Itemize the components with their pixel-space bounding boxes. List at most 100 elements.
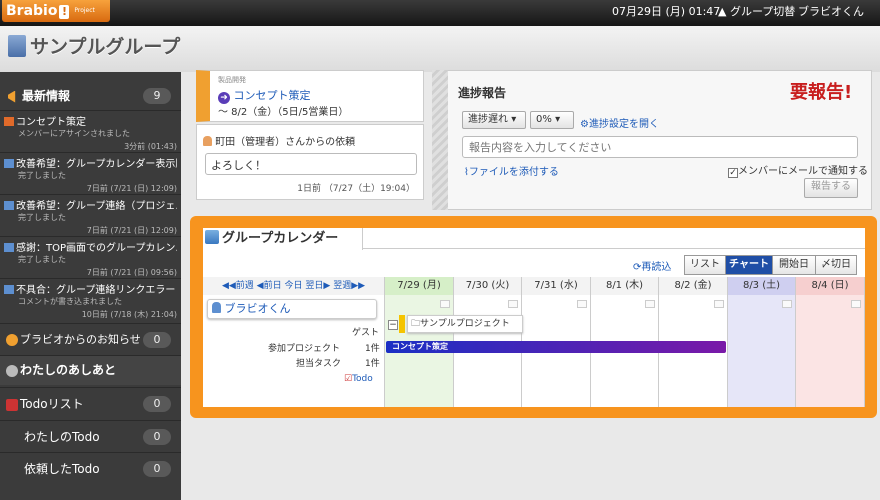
todo-link[interactable]: ☑Todo — [344, 374, 373, 384]
guest-label: ゲスト — [352, 328, 380, 338]
dropdown-arrow-icon: ▾ — [555, 114, 561, 125]
task-bar[interactable]: コンセプト策定 — [386, 341, 726, 353]
group-switch-link[interactable]: ▲ グループ切替 — [718, 0, 795, 24]
request-message: よろしく！ — [211, 159, 266, 172]
member-name: ブラビオくん — [224, 302, 291, 315]
task-icon — [4, 159, 14, 168]
news-item-sub: 完了しました — [18, 171, 66, 180]
next-day-link[interactable]: 翌日▶ — [305, 281, 330, 291]
project-chip[interactable]: 🗀サンプルプロジェクト — [407, 315, 523, 333]
status-select-value: 進捗遅れ — [468, 114, 508, 125]
add-todo-icon[interactable] — [645, 300, 655, 308]
view-button[interactable]: 〆切日 — [815, 255, 857, 275]
add-todo-icon[interactable] — [714, 300, 724, 308]
request-from: 町田（管理者）さんからの依頼 — [215, 137, 356, 148]
footprints-row[interactable]: わたしのあしあと — [0, 355, 181, 385]
checkbox[interactable]: ✓ — [728, 168, 738, 178]
news-item-title: コンセプト策定 — [16, 117, 86, 128]
news-item-date: 7日前 (7/21 (日) 12:09) — [86, 184, 177, 193]
house-icon — [4, 117, 14, 126]
left-icon: ◀ — [256, 281, 264, 291]
add-todo-icon[interactable] — [440, 300, 450, 308]
my-todo-count-badge: 0 — [143, 429, 171, 445]
add-todo-icon[interactable] — [851, 300, 861, 308]
requested-todo-row[interactable]: 依頼したTodo 0 — [0, 452, 181, 484]
percent-select-value: 0% — [536, 114, 552, 125]
next-week-link[interactable]: 翌週▶▶ — [333, 281, 365, 291]
notify-checkbox-row[interactable]: ✓メンバーにメールで通知する — [728, 162, 868, 178]
group-switch-label: グループ切替 — [729, 5, 796, 18]
todo-check-icon: ☑ — [344, 374, 353, 384]
building-icon — [8, 35, 26, 57]
view-button[interactable]: リスト — [684, 255, 726, 275]
top-bar: Brabio! Project 07月29日 (月) 01:47 ▲ グループ切… — [0, 0, 880, 26]
notice-row[interactable]: ブラビオからのお知らせ 0 — [0, 323, 181, 355]
add-todo-icon[interactable] — [508, 300, 518, 308]
folder-icon: 🗀 — [411, 319, 421, 329]
task-title-link[interactable]: ➜ コンセプト策定 — [218, 87, 311, 104]
news-item-title: 不具合：グループ連絡リンクエラー — [16, 285, 176, 296]
day-column[interactable] — [796, 295, 865, 407]
news-item[interactable]: 不具合：グループ連絡リンクエラー コメントが書き込まれました 10日前 (7/18 … — [0, 278, 181, 320]
double-right-icon: ▶▶ — [351, 281, 366, 291]
next-day-label: 翌日 — [305, 281, 324, 291]
prev-day-label: 前日 — [263, 281, 282, 291]
member-chip[interactable]: ブラビオくん — [207, 299, 377, 319]
view-button[interactable]: チャート — [725, 255, 773, 275]
news-item-title: 改善希望：グループカレンダー表示順 — [16, 159, 177, 170]
todo-row[interactable]: Todoリスト 0 — [0, 387, 181, 419]
dropdown-arrow-icon: ▾ — [511, 114, 517, 125]
submit-report-button[interactable]: 報告する — [804, 178, 858, 198]
brabio-logo[interactable]: Brabio! Project — [2, 0, 110, 22]
my-todo-row[interactable]: わたしのTodo 0 — [0, 420, 181, 452]
request-date: 1日前 （7/27（土）19:04） — [297, 184, 415, 194]
news-item-sub: 完了しました — [18, 255, 66, 264]
progress-settings-link[interactable]: ⚙進捗設定を開く — [580, 115, 659, 130]
news-item-sub: コメントが書き込まれました — [18, 297, 122, 306]
task-icon — [4, 201, 14, 210]
day-header: 8/2 (金) — [659, 277, 728, 295]
view-button[interactable]: 開始日 — [772, 255, 816, 275]
day-column[interactable] — [728, 295, 796, 407]
user-menu[interactable]: ブラビオくん — [798, 0, 864, 24]
report-input[interactable] — [462, 136, 858, 158]
megaphone-icon — [8, 90, 16, 103]
task-due: ～ 8/2（金）（5日/5営業日） — [218, 107, 349, 118]
news-item-title: 感謝：TOP画面でのグループカレン… — [16, 243, 177, 254]
percent-select[interactable]: 0% ▾ — [530, 111, 574, 129]
collapse-toggle[interactable]: − — [388, 320, 398, 330]
link-icon: ⚙ — [580, 119, 589, 130]
prev-week-link[interactable]: ◀◀前週 — [222, 281, 254, 291]
add-todo-icon[interactable] — [782, 300, 792, 308]
add-todo-icon[interactable] — [577, 300, 587, 308]
news-item-title: 改善希望：グループ連絡（プロジェ… — [16, 201, 177, 212]
task-icon — [4, 243, 14, 252]
news-item[interactable]: 改善希望：グループ連絡（プロジェ… 完了しました 7日前 (7/21 (日) 12:… — [0, 194, 181, 236]
day-header: 8/3 (土) — [728, 277, 796, 295]
status-select[interactable]: 進捗遅れ ▾ — [462, 111, 526, 129]
prev-day-link[interactable]: ◀前日 — [257, 281, 282, 291]
todo-icon — [6, 398, 18, 411]
report-alert: 要報告! — [790, 82, 853, 103]
info-icon — [6, 334, 18, 346]
datetime: 07月29日 (月) 01:47 — [612, 5, 721, 18]
news-header[interactable]: 最新情報 9 — [0, 86, 181, 106]
request-from-row: 町田（管理者）さんからの依頼 — [203, 133, 355, 148]
title-underline — [363, 248, 865, 249]
calendar-icon — [205, 230, 219, 244]
news-item-date: 10日前 (7/18 (木) 21:04) — [81, 310, 177, 319]
day-header: 7/31 (水) — [522, 277, 591, 295]
view-switcher: リスト チャート 開始日 〆切日 — [684, 255, 857, 275]
person-icon — [212, 302, 221, 313]
reload-link[interactable]: ⟳再読込 — [633, 258, 671, 273]
attach-file-link[interactable]: ⌇ファイルを添付する — [464, 163, 559, 178]
calendar-nav: ◀◀前週 ◀前日 今日 翌日▶ 翌週▶▶ — [203, 277, 385, 295]
person-icon — [203, 136, 212, 146]
news-item[interactable]: 改善希望：グループカレンダー表示順 完了しました 7日前 (7/21 (日) 12:… — [0, 152, 181, 194]
today-link[interactable]: 今日 — [284, 281, 302, 291]
task-card[interactable]: 製品開発 ➜ コンセプト策定 ～ 8/2（金）（5日/5営業日） — [196, 70, 424, 122]
news-item[interactable]: コンセプト策定 メンバーにアサインされました 3分前 (01:43) — [0, 110, 181, 152]
news-item[interactable]: 感謝：TOP画面でのグループカレン… 完了しました 7日前 (7/21 (日) 09… — [0, 236, 181, 278]
calendar-title: グループカレンダー — [222, 231, 339, 246]
day-header: 8/1 (木) — [591, 277, 659, 295]
